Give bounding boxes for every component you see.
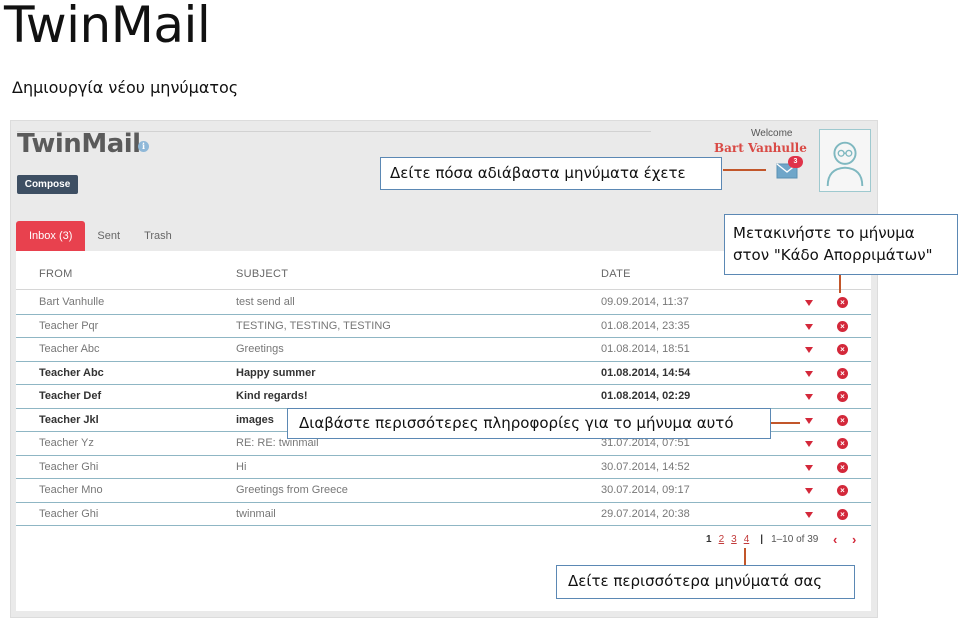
- message-from: Bart Vanhulle: [39, 296, 105, 308]
- message-subject[interactable]: Greetings: [236, 343, 284, 355]
- message-from: Teacher Abc: [39, 343, 100, 355]
- message-subject[interactable]: test send all: [236, 296, 295, 308]
- callout-trash-line-1: Μετακινήστε το μήνυμα: [733, 224, 915, 242]
- expand-caret-icon[interactable]: [805, 300, 813, 306]
- page-link-4[interactable]: 4: [744, 534, 750, 545]
- column-header-from[interactable]: FROM: [39, 268, 73, 280]
- expand-caret-icon[interactable]: [805, 394, 813, 400]
- message-subject[interactable]: Happy summer: [236, 367, 315, 379]
- pagination-separator: |: [760, 534, 764, 545]
- delete-icon[interactable]: ×: [837, 438, 848, 449]
- callout-unread: Δείτε πόσα αδιάβαστα μηνύματα έχετε: [380, 157, 722, 190]
- callout-more-messages: Δείτε περισσότερα μηνύματά σας: [556, 565, 855, 599]
- page-link-2[interactable]: 2: [719, 534, 725, 545]
- delete-icon[interactable]: ×: [837, 391, 848, 402]
- message-from: Teacher Jkl: [39, 413, 99, 426]
- table-row[interactable]: Teacher Mno Greetings from Greece 30.07.20…: [16, 479, 871, 503]
- message-subject[interactable]: images: [236, 414, 274, 426]
- message-date: 29.07.2014, 20:38: [601, 507, 690, 520]
- table-row[interactable]: Teacher Ghi twinmail 29.07.2014, 20:38 ×: [16, 503, 871, 526]
- callout-trash: Μετακινήστε το μήνυμα στον "Κάδο Απορριμ…: [724, 214, 958, 275]
- message-from: Teacher Mno: [39, 484, 103, 496]
- delete-icon[interactable]: ×: [837, 485, 848, 496]
- mailbox-tabs: Inbox (3) Sent Trash: [16, 221, 184, 251]
- chevron-left-icon[interactable]: ‹: [833, 533, 837, 546]
- message-subject[interactable]: TESTING, TESTING, TESTING: [236, 320, 391, 332]
- pagination: 1 2 3 4 | 1–10 of 39: [706, 534, 818, 545]
- delete-icon[interactable]: ×: [837, 320, 848, 332]
- message-date: 01.08.2014, 23:35: [601, 319, 690, 332]
- message-subject[interactable]: Greetings from Greece: [236, 484, 348, 496]
- expand-caret-icon[interactable]: [805, 488, 813, 494]
- twinmail-app-screenshot: TwinMail i Compose Welcome Bart Vanhulle…: [10, 120, 878, 618]
- expand-caret-icon[interactable]: [805, 511, 813, 518]
- welcome-label: Welcome: [751, 128, 793, 139]
- expand-caret-icon[interactable]: [805, 347, 813, 353]
- connector-more-info: [770, 422, 800, 424]
- page-link-3[interactable]: 3: [731, 534, 737, 545]
- avatar[interactable]: [819, 129, 871, 192]
- message-date: 09.09.2014, 11:37: [601, 296, 689, 308]
- message-date: 01.08.2014, 02:29: [601, 390, 691, 402]
- expand-caret-icon[interactable]: [805, 441, 813, 447]
- callout-trash-line-2: στον "Κάδο Απορριμάτων": [733, 246, 933, 264]
- page-link-1[interactable]: 1: [706, 534, 712, 545]
- message-from: Teacher Pqr: [39, 319, 99, 332]
- expand-caret-icon[interactable]: [805, 370, 813, 377]
- chevron-right-icon[interactable]: ›: [852, 533, 856, 546]
- message-from: Teacher Ghi: [39, 507, 99, 520]
- page-title: TwinMail: [4, 0, 211, 54]
- message-date: 01.08.2014, 14:54: [601, 366, 691, 379]
- delete-icon[interactable]: ×: [837, 414, 848, 426]
- unread-count-badge: 3: [788, 156, 803, 168]
- tab-inbox[interactable]: Inbox (3): [16, 221, 86, 251]
- delete-icon[interactable]: ×: [837, 508, 848, 520]
- tab-trash[interactable]: Trash: [132, 221, 184, 251]
- table-row[interactable]: Teacher Ghi Hi 30.07.2014, 14:52 ×: [16, 456, 871, 479]
- expand-caret-icon[interactable]: [805, 323, 813, 330]
- message-subject[interactable]: twinmail: [236, 508, 276, 520]
- table-row[interactable]: Bart Vanhulle test send all 09.09.2014, 11…: [16, 291, 871, 315]
- table-row[interactable]: Teacher Abc Happy summer 01.08.2014, 14:54…: [16, 362, 871, 385]
- connector-unread: [723, 169, 766, 171]
- connector-trash: [839, 275, 841, 293]
- table-row[interactable]: Teacher Def Kind regards! 01.08.2014, 02:2…: [16, 385, 871, 409]
- info-icon[interactable]: i: [138, 141, 149, 152]
- message-from: Teacher Ghi: [39, 460, 99, 473]
- username-link[interactable]: Bart Vanhulle: [714, 141, 807, 155]
- message-from: Teacher Def: [39, 390, 102, 402]
- expand-caret-icon[interactable]: [805, 417, 813, 424]
- message-subject[interactable]: Kind regards!: [236, 390, 308, 402]
- message-from: Teacher Abc: [39, 366, 104, 379]
- message-date: 30.07.2014, 14:52: [601, 460, 690, 473]
- expand-caret-icon[interactable]: [805, 464, 813, 471]
- delete-icon[interactable]: ×: [837, 367, 848, 379]
- message-subject[interactable]: Hi: [236, 461, 246, 473]
- delete-icon[interactable]: ×: [837, 297, 848, 308]
- delete-icon[interactable]: ×: [837, 344, 848, 355]
- app-logo: TwinMail: [17, 129, 141, 159]
- callout-more-info: Διαβάστε περισσότερες πληροφορίες για το…: [287, 408, 771, 439]
- compose-button[interactable]: Compose: [17, 175, 78, 194]
- column-header-subject[interactable]: SUBJECT: [236, 268, 288, 280]
- table-row[interactable]: Teacher Abc Greetings 01.08.2014, 18:51 ×: [16, 338, 871, 362]
- tab-sent[interactable]: Sent: [85, 221, 132, 251]
- table-row[interactable]: Teacher Pqr TESTING, TESTING, TESTING 01.0…: [16, 315, 871, 338]
- message-date: 01.08.2014, 18:51: [601, 343, 690, 355]
- column-header-date[interactable]: DATE: [601, 268, 631, 280]
- message-date: 30.07.2014, 09:17: [601, 484, 690, 496]
- message-from: Teacher Yz: [39, 437, 94, 449]
- page-subtitle: Δημιουργία νέου μηνύματος: [12, 78, 239, 97]
- pagination-range: 1–10 of 39: [771, 534, 819, 545]
- connector-more-messages: [744, 548, 746, 566]
- delete-icon[interactable]: ×: [837, 461, 848, 473]
